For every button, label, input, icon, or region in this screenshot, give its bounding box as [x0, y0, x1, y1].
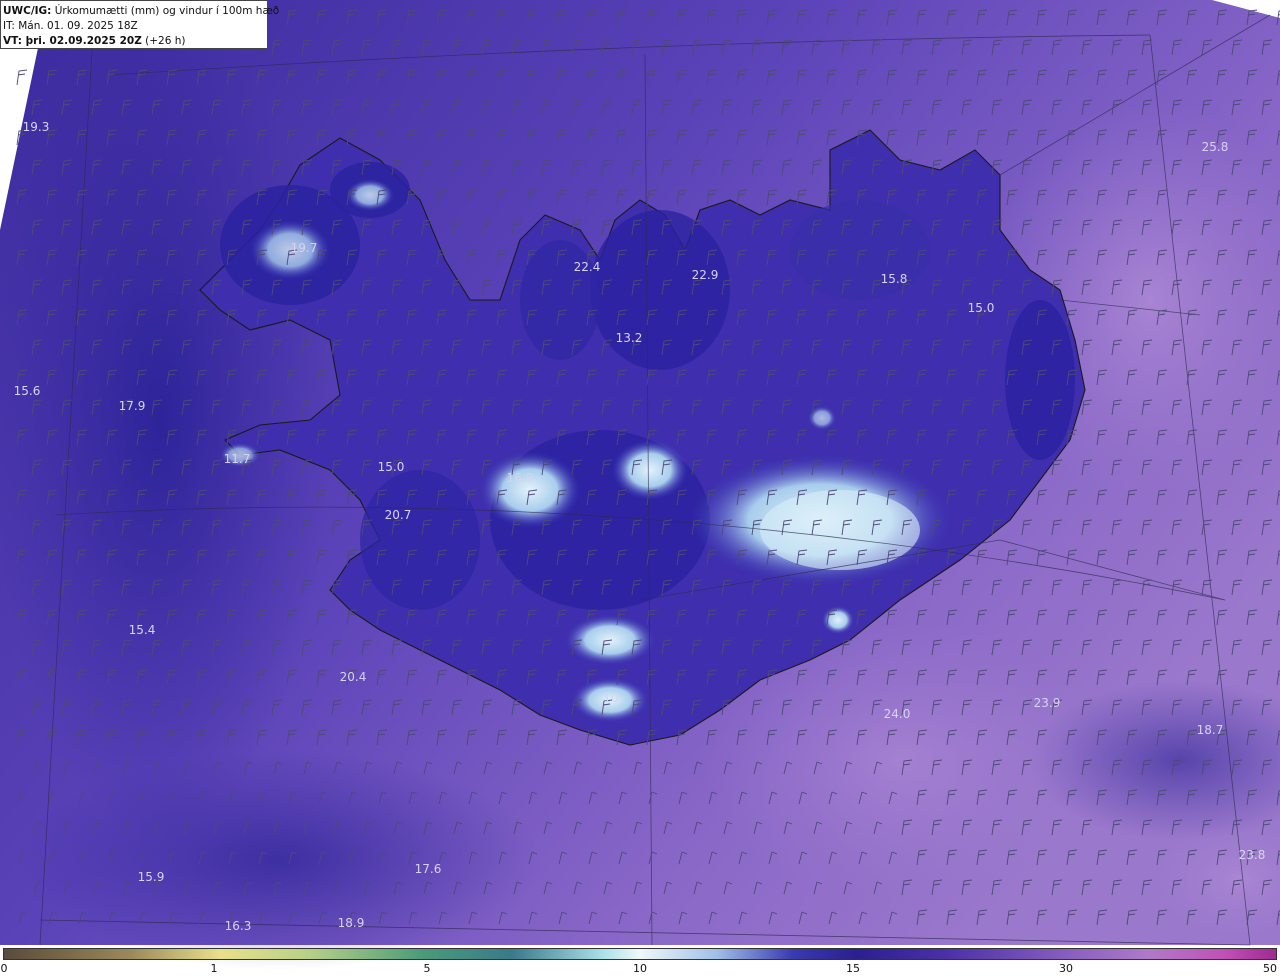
- value-label: 24.0: [883, 707, 911, 721]
- map-header: UWC/IG: Úrkomumætti (mm) og vindur í 100…: [0, 0, 279, 49]
- precipitation-map: [0, 0, 1280, 978]
- lead-time: (+26 h): [141, 35, 186, 47]
- value-label: 16.3: [224, 919, 252, 933]
- init-time: IT: Mán. 01. 09. 2025 18Z: [3, 20, 138, 32]
- value-label: 22.4: [573, 260, 601, 274]
- value-label: 17.6: [414, 862, 442, 876]
- value-label: 15.8: [880, 272, 908, 286]
- value-label: 18.7: [1196, 723, 1224, 737]
- value-label: 20.7: [384, 508, 412, 522]
- value-label: 18.9: [337, 916, 365, 930]
- value-label: 15.6: [13, 384, 41, 398]
- value-label: 15.9: [137, 870, 165, 884]
- value-label: 15.0: [377, 460, 405, 474]
- valid-time: VT: þri. 02.09.2025 20Z: [3, 35, 142, 47]
- title-code: UWC/IG:: [3, 5, 52, 17]
- value-label: 22.9: [691, 268, 719, 282]
- colorbar-tick: 0: [0, 962, 8, 975]
- valid-line: VT: þri. 02.09.2025 20Z (+26 h): [3, 34, 265, 49]
- value-label: 13.2: [615, 331, 643, 345]
- value-label: 25.8: [1201, 140, 1229, 154]
- value-label: 20.4: [339, 670, 367, 684]
- title-text: Úrkomumætti (mm) og vindur í 100m hæð: [51, 5, 280, 17]
- colorbar-tick: 1: [210, 962, 218, 975]
- colorbar-tick: 50: [1263, 962, 1277, 975]
- value-label: 10: [603, 691, 619, 705]
- value-label: 19.7: [290, 241, 318, 255]
- colorbar-tick: 15: [846, 962, 860, 975]
- value-label: 15.4: [128, 623, 156, 637]
- value-label: 19.3: [22, 120, 50, 134]
- title-line: UWC/IG: Úrkomumætti (mm) og vindur í 100…: [3, 4, 279, 19]
- value-label: 16.9: [506, 471, 534, 485]
- colorbar-tick: 10: [633, 962, 647, 975]
- value-label: 23.8: [1238, 848, 1266, 862]
- value-label: 11.7: [223, 452, 251, 466]
- colorbar-tick: 30: [1059, 962, 1073, 975]
- value-label: 15.0: [967, 301, 995, 315]
- value-label: 23.9: [1033, 696, 1061, 710]
- colorbar-tick: 5: [423, 962, 431, 975]
- value-label: 17.9: [118, 399, 146, 413]
- colorbar: [3, 948, 1277, 960]
- map-canvas: UWC/IG: Úrkomumætti (mm) og vindur í 100…: [0, 0, 1280, 978]
